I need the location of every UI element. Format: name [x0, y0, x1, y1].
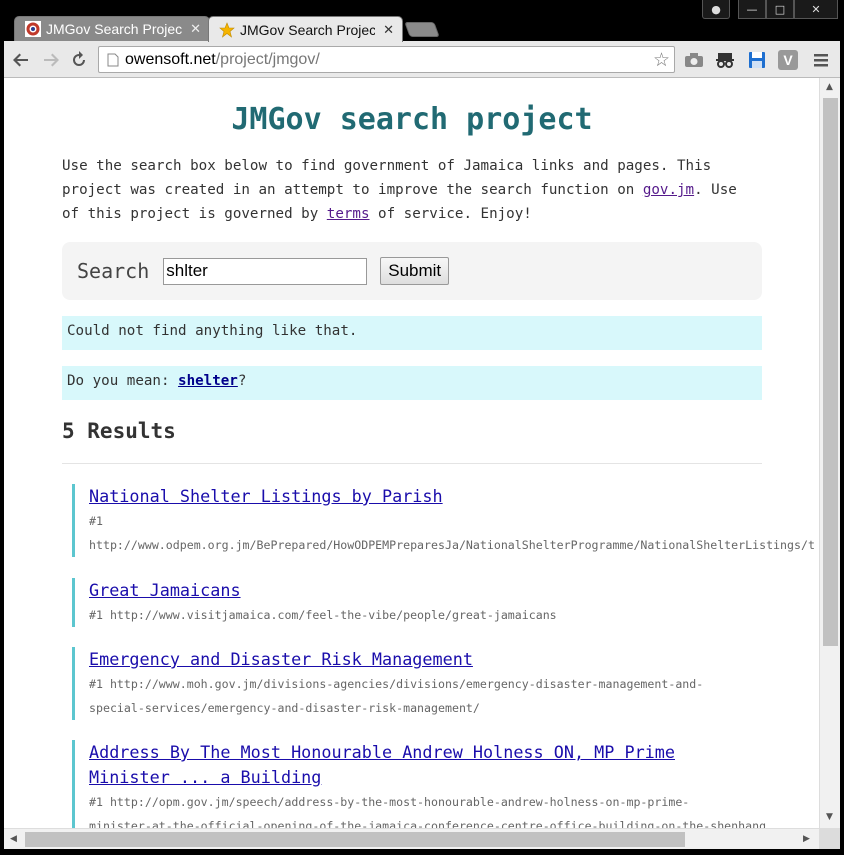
search-label: Search [77, 259, 150, 283]
result-item: Great Jamaicans #1 http://www.visitjamai… [72, 578, 557, 627]
page-icon [107, 53, 119, 72]
scrollbar-corner [819, 828, 840, 849]
submit-button[interactable]: Submit [380, 257, 450, 285]
scroll-down-icon[interactable]: ▼ [826, 812, 833, 822]
search-form: Search Submit [62, 242, 762, 300]
reload-icon[interactable] [68, 49, 90, 71]
tab-title: JMGov Search Project [46, 21, 183, 37]
result-rank: #1 [89, 514, 103, 528]
address-bar[interactable]: owensoft.net/project/jmgov/ ☆ [98, 46, 675, 73]
camera-icon[interactable] [683, 49, 705, 71]
results-divider [62, 463, 762, 464]
new-tab-button[interactable] [404, 22, 440, 37]
intro-text: of service. Enjoy! [369, 206, 532, 222]
results-count: 5 Results [62, 419, 176, 443]
save-disk-icon[interactable] [746, 49, 768, 71]
close-window-button[interactable]: ✕ [794, 0, 838, 19]
result-title-link[interactable]: National Shelter Listings by Parish [89, 484, 815, 509]
intro-text: Use the search box below to find governm… [62, 158, 712, 198]
profile-icon[interactable]: ● [702, 0, 730, 19]
vertical-scrollbar[interactable]: ▲ ▼ [819, 78, 840, 828]
result-item: Address By The Most Honourable Andrew Ho… [72, 740, 766, 828]
result-title-link[interactable]: Minister ... a Building [89, 765, 766, 790]
suggestion-notice: Do you mean: shelter? [62, 366, 762, 400]
search-input[interactable] [163, 257, 368, 285]
menu-icon[interactable] [810, 49, 832, 71]
result-url: #1 http://www.moh.gov.jm/divisions-agenc… [89, 677, 704, 691]
suggestion-prefix: Do you mean: [67, 373, 179, 389]
result-title-link[interactable]: Great Jamaicans [89, 578, 557, 603]
window-titlebar: ● — □ ✕ JMGov Search Project ✕ JMGov Sea… [0, 0, 844, 42]
suggestion-suffix: ? [237, 373, 247, 389]
incognito-icon[interactable] [714, 49, 736, 71]
url-host: owensoft.net [125, 50, 216, 68]
horizontal-scrollbar[interactable]: ◀ ▶ [4, 828, 819, 849]
scroll-left-icon[interactable]: ◀ [10, 834, 17, 844]
page-viewport: JMGov search project Use the search box … [4, 78, 819, 828]
vertical-scroll-thumb[interactable] [823, 98, 838, 646]
url-path: /project/jmgov/ [215, 50, 320, 68]
intro-paragraph: Use the search box below to find governm… [62, 154, 762, 226]
page-title: JMGov search project [231, 102, 593, 137]
result-url: minister-at-the-official-opening-of-the-… [89, 819, 767, 828]
v-extension-icon[interactable]: V [777, 49, 799, 71]
result-item: Emergency and Disaster Risk Management #… [72, 647, 703, 720]
back-arrow-icon[interactable] [10, 49, 32, 71]
suggestion-link[interactable]: shelter [178, 373, 238, 389]
result-url: #1 http://www.visitjamaica.com/feel-the-… [89, 608, 557, 622]
horizontal-scroll-thumb[interactable] [25, 832, 685, 847]
star-favicon-icon [219, 21, 235, 38]
pinwheel-favicon-icon [25, 21, 41, 37]
result-title-link[interactable]: Emergency and Disaster Risk Management [89, 647, 703, 672]
forward-arrow-icon[interactable] [40, 49, 62, 71]
scroll-right-icon[interactable]: ▶ [803, 834, 810, 844]
result-title-link[interactable]: Address By The Most Honourable Andrew Ho… [89, 740, 766, 765]
close-tab-icon[interactable]: ✕ [190, 21, 201, 37]
result-url: http://www.odpem.org.jm/BePrepared/HowOD… [89, 538, 815, 552]
minimize-button[interactable]: — [738, 0, 766, 19]
close-tab-icon[interactable]: ✕ [383, 22, 394, 38]
result-item: National Shelter Listings by Parish #1 h… [72, 484, 815, 557]
not-found-notice: Could not find anything like that. [62, 316, 762, 350]
result-url: special-services/emergency-and-disaster-… [89, 701, 480, 715]
bookmark-star-icon[interactable]: ☆ [653, 49, 670, 72]
scroll-up-icon[interactable]: ▲ [826, 82, 833, 92]
tab-inactive[interactable]: JMGov Search Project ✕ [14, 16, 210, 41]
browser-toolbar: owensoft.net/project/jmgov/ ☆ V [4, 41, 840, 78]
tab-active[interactable]: JMGov Search Project ✕ [208, 16, 403, 42]
terms-link[interactable]: terms [327, 206, 370, 222]
tab-title: JMGov Search Project [240, 21, 376, 38]
svg-text:V: V [783, 52, 793, 68]
result-url: #1 http://opm.gov.jm/speech/address-by-t… [89, 795, 690, 809]
maximize-button[interactable]: □ [766, 0, 794, 19]
gov-jm-link[interactable]: gov.jm [643, 182, 694, 198]
window-controls: ● — □ ✕ [702, 0, 838, 20]
